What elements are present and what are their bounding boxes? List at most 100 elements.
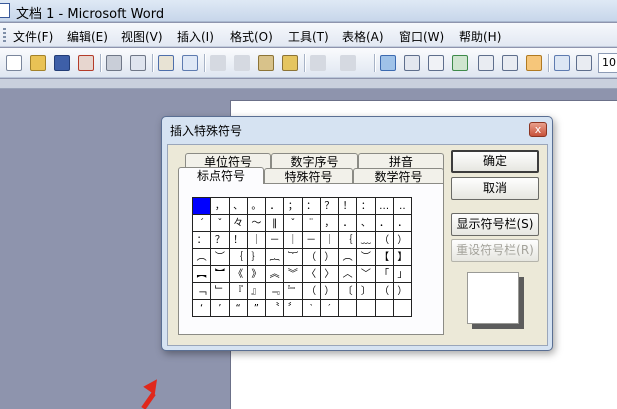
symbol-cell[interactable]: … [374, 197, 394, 215]
symbol-cell[interactable] [337, 299, 358, 317]
symbol-cell[interactable]: 】 [392, 248, 413, 266]
tab-punctuation[interactable]: 标点符号 [178, 167, 264, 184]
symbol-cell[interactable] [392, 299, 413, 317]
menu-edit[interactable]: 编辑(E) [67, 28, 108, 45]
symbol-cell[interactable]: ﹃ [264, 282, 285, 300]
symbol-cell[interactable]: ´ [191, 214, 212, 232]
symbol-cell[interactable]: ︵ [191, 248, 212, 266]
menu-table[interactable]: 表格(A) [342, 28, 384, 45]
cut-icon[interactable] [210, 55, 226, 71]
symbol-cell[interactable]: ） [392, 231, 413, 249]
menu-help[interactable]: 帮助(H) [459, 28, 501, 45]
symbol-cell[interactable]: ， [210, 197, 230, 215]
new-document-icon[interactable] [6, 55, 22, 71]
symbol-cell[interactable]: ︾ [283, 265, 303, 283]
open-folder-icon[interactable] [30, 55, 46, 71]
symbol-cell[interactable]: ˇ [210, 214, 230, 232]
copy-icon[interactable] [234, 55, 250, 71]
undo-icon[interactable] [310, 55, 326, 71]
symbol-cell[interactable]: ） [319, 248, 340, 266]
symbol-cell[interactable]: 》 [246, 265, 267, 283]
symbol-cell[interactable]: 、 [228, 197, 248, 215]
symbol-cell[interactable]: 』 [246, 282, 267, 300]
symbol-cell[interactable]: ） [392, 282, 413, 300]
symbol-cell[interactable]: ′ [319, 299, 340, 317]
symbol-cell[interactable]: 〈 [301, 265, 321, 283]
symbol-cell[interactable]: ﹀ [356, 265, 376, 283]
symbol-cell[interactable]: ︶ [356, 248, 376, 266]
menu-insert[interactable]: 插入(I) [177, 28, 214, 45]
symbol-cell[interactable]: 〕 [356, 282, 376, 300]
show-symbol-bar-button[interactable]: 显示符号栏(S) [451, 213, 539, 236]
symbol-cell[interactable]: 〔 [337, 282, 358, 300]
symbol-cell[interactable]: － [264, 231, 285, 249]
tables-borders-icon[interactable] [404, 55, 420, 71]
symbol-cell[interactable]: ︵ [337, 248, 358, 266]
symbol-cell[interactable]: ： [191, 231, 212, 249]
symbol-cell[interactable]: ‥ [392, 197, 413, 215]
symbol-cell[interactable]: 〉 [319, 265, 340, 283]
symbol-cell[interactable]: 、 [356, 214, 376, 232]
symbol-cell[interactable]: 。 [246, 197, 267, 215]
symbol-cell[interactable]: ｜ [246, 231, 267, 249]
symbol-cell[interactable]: ； [283, 197, 303, 215]
symbol-cell[interactable]: ？ [210, 231, 230, 249]
symbol-cell[interactable]: ﹏ [356, 231, 376, 249]
format-painter-icon[interactable] [282, 55, 298, 71]
symbol-cell[interactable]: 「 [374, 265, 394, 283]
cancel-button[interactable]: 取消 [451, 177, 539, 200]
symbol-cell-selected[interactable] [191, 197, 212, 215]
symbol-cell[interactable]: ︷ [264, 248, 285, 266]
hyperlink-icon[interactable] [380, 55, 396, 71]
symbol-cell[interactable]: ¨ [301, 214, 321, 232]
reading-mode-icon[interactable] [554, 55, 570, 71]
symbol-cell[interactable]: 〝 [264, 299, 285, 317]
menubar-grip-icon[interactable] [3, 28, 6, 42]
symbol-cell[interactable]: ” [246, 299, 267, 317]
symbol-cell[interactable]: ｝ [246, 248, 267, 266]
symbol-cell[interactable]: ‘ [191, 299, 212, 317]
symbol-cell[interactable]: ～ [246, 214, 267, 232]
symbol-cell[interactable]: ‵ [301, 299, 321, 317]
symbol-cell[interactable]: 『 [228, 282, 248, 300]
document-map-icon[interactable] [526, 55, 542, 71]
symbol-cell[interactable]: ﹄ [283, 282, 303, 300]
symbol-cell[interactable]: （ [374, 282, 394, 300]
symbol-cell[interactable]: （ [301, 282, 321, 300]
symbol-cell[interactable]: “ [228, 299, 248, 317]
symbol-cell[interactable]: ！ [337, 197, 358, 215]
symbol-cell[interactable]: 【 [374, 248, 394, 266]
ok-button[interactable]: 确定 [451, 150, 539, 173]
symbol-cell[interactable]: ﹂ [210, 282, 230, 300]
spelling-check-icon[interactable] [158, 55, 174, 71]
symbol-cell[interactable]: ︿ [337, 265, 358, 283]
menu-tools[interactable]: 工具(T) [288, 28, 329, 45]
research-icon[interactable] [182, 55, 198, 71]
save-icon[interactable] [54, 55, 70, 71]
show-hide-icon[interactable] [576, 55, 592, 71]
symbol-cell[interactable]: － [301, 231, 321, 249]
symbol-cell[interactable]: ﹁ [191, 282, 212, 300]
permission-icon[interactable] [78, 55, 94, 71]
menu-window[interactable]: 窗口(W) [399, 28, 444, 45]
symbol-cell[interactable]: ‖ [264, 214, 285, 232]
symbol-cell[interactable]: 」 [392, 265, 413, 283]
symbol-cell[interactable]: ． [374, 214, 394, 232]
menu-format[interactable]: 格式(O) [230, 28, 273, 45]
symbol-cell[interactable]: ｜ [319, 231, 340, 249]
symbol-cell[interactable]: ˇ [283, 214, 303, 232]
symbol-cell[interactable]: ． [264, 197, 285, 215]
close-icon[interactable]: x [529, 122, 547, 137]
symbol-cell[interactable]: ’ [210, 299, 230, 317]
symbol-cell[interactable]: ｜ [283, 231, 303, 249]
symbol-cell[interactable]: 《 [228, 265, 248, 283]
columns-icon[interactable] [478, 55, 494, 71]
symbol-cell[interactable]: ： [301, 197, 321, 215]
symbol-cell[interactable]: （ [374, 231, 394, 249]
symbol-cell[interactable]: ！ [228, 231, 248, 249]
symbol-cell[interactable]: ︶ [210, 248, 230, 266]
symbol-cell[interactable]: ︻ [191, 265, 212, 283]
symbol-cell[interactable]: ， [319, 214, 340, 232]
symbol-cell[interactable]: ︽ [264, 265, 285, 283]
symbol-cell[interactable] [356, 299, 376, 317]
